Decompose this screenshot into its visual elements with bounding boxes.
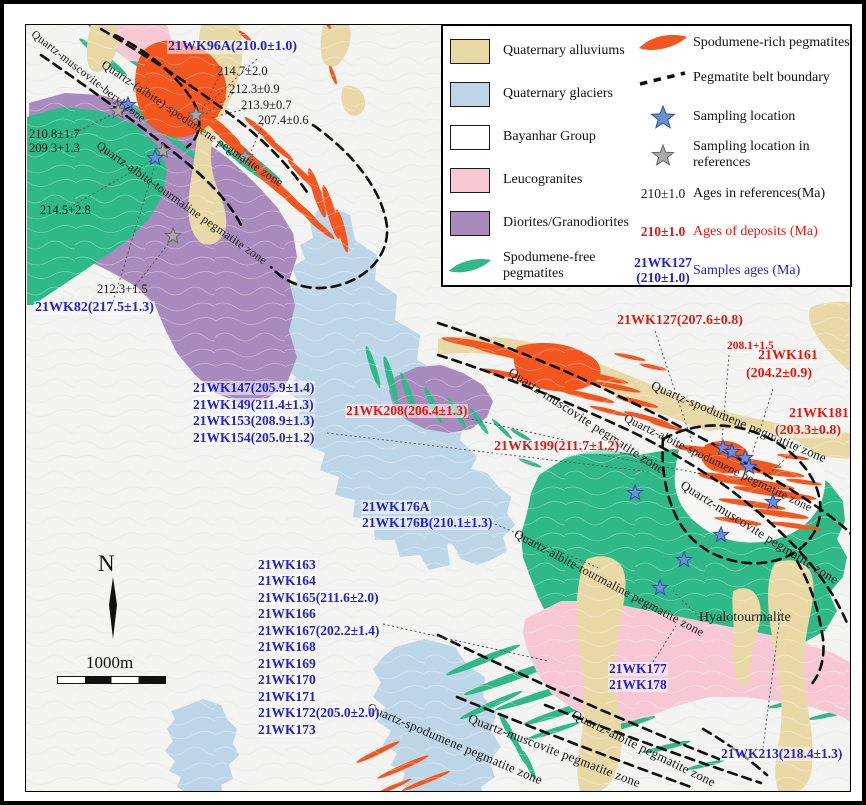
map-age-label: 21WK213(218.4±1.3) <box>720 747 843 761</box>
map-age-label: 21WK169 <box>257 657 317 671</box>
legend-item: Leucogranites <box>447 159 635 201</box>
legend-item: Sampling location in references <box>635 136 852 174</box>
map-age-label: 210.8±1.7 <box>28 128 81 141</box>
map-age-label: 21WK171 <box>257 690 317 704</box>
reference-star-icon <box>648 140 678 170</box>
map-age-label: 21WK153(208.9±1.3) <box>192 414 315 428</box>
legend-right-column: Spodumene-rich pegmatites Pegmatite belt … <box>635 26 852 285</box>
map-age-label: 21WK127(207.6±0.8) <box>616 314 744 328</box>
map-age-label: 21WK149(211.4±1.3) <box>192 398 315 412</box>
map-age-label: 21WK147(205.9±1.4) <box>192 381 315 395</box>
map-age-label: 21WK176A <box>361 500 431 514</box>
legend-item-label: Sampling location in references <box>691 139 851 171</box>
legend-item-label: Quaternary glaciers <box>493 86 613 102</box>
map-age-label: 21WK181 <box>788 407 850 421</box>
north-label: N <box>98 551 115 577</box>
legend-item-label: Diorites/Granodiorites <box>493 215 629 231</box>
geological-map-figure: 21WK96A(210.0±1.0) 21WK82(217.5±1.3) 21WK1… <box>0 0 866 805</box>
map-age-label: 207.4±0.6 <box>257 114 310 127</box>
map-age-label: 21WK208(206.4±1.3) <box>345 404 468 418</box>
legend-item-label: Ages in references(Ma) <box>691 186 851 202</box>
pegmatite-boundary-dash-icon <box>638 67 688 89</box>
legend-item: Spodumene-rich pegmatites <box>635 28 852 58</box>
scale-label: 1000m <box>86 653 133 673</box>
map-age-label: Hyalotourmalite <box>698 611 792 625</box>
map-age-label: 212.3+1.5 <box>96 283 149 296</box>
map-age-label: 21WK199(211.7±1.2) <box>493 440 620 454</box>
map-age-label: 21WK178 <box>608 678 668 692</box>
map-age-label: 212.3±0.9 <box>228 83 281 96</box>
legend-item-label: Leucogranites <box>493 172 582 188</box>
map-age-label: 21WK168 <box>257 640 317 654</box>
map-age-label: 21WK165(211.6±2.0) <box>257 591 380 605</box>
legend-item: Sampling location <box>635 98 852 136</box>
map-age-label: 209.3+1.3 <box>28 142 81 155</box>
legend-item: Quaternary glaciers <box>447 73 635 115</box>
map-age-label: 21WK173 <box>257 723 317 737</box>
legend-item-label: Bayanhar Group <box>493 129 596 145</box>
map-age-label: 21WK170 <box>257 673 317 687</box>
legend-left-column: Quaternary alluviums Quaternary glaciers B… <box>447 26 635 285</box>
legend-age-prefix: (210±1.0) <box>636 271 690 286</box>
map-age-label: 21WK163 <box>257 558 317 572</box>
legend-item: 210±1.0 Ages in references(Ma) <box>635 174 852 214</box>
legend-item-label: Samples ages (Ma) <box>691 263 851 279</box>
map-age-label: 21WK176B(210.1±1.3) <box>361 516 493 530</box>
legend-item-label: Spodumene-rich pegmatites <box>691 35 851 51</box>
sampling-star-icon <box>648 102 678 132</box>
legend: Quaternary alluviums Quaternary glaciers B… <box>441 24 852 287</box>
spodumene-free-pegmatite-icon <box>447 256 493 276</box>
map-age-label: 21WK166 <box>257 607 317 621</box>
leucogranite-swatch <box>450 168 490 193</box>
legend-item: Bayanhar Group <box>447 116 635 158</box>
map-age-label: 21WK177 <box>608 662 668 676</box>
legend-item: Quaternary alluviums <box>447 30 635 72</box>
legend-item-label: Sampling location <box>691 109 851 125</box>
map-age-label: 21WK154(205.0±1.2) <box>192 431 315 445</box>
scale-bar <box>57 676 166 684</box>
legend-item: Diorites/Granodiorites <box>447 202 635 244</box>
map-age-label: 21WK96A(210.0±1.0) <box>167 40 298 54</box>
legend-item-label: Spodumene-free pegmatites <box>493 250 635 282</box>
legend-age-prefix: 210±1.0 <box>641 225 686 240</box>
map-age-label: 214.5+2.8 <box>39 204 92 217</box>
map-age-label: 21WK167(202.2±1.4) <box>257 624 380 638</box>
legend-item-label: Ages of deposits (Ma) <box>691 224 851 240</box>
legend-item: Spodumene-free pegmatites <box>447 245 635 287</box>
glacier-swatch <box>450 82 490 107</box>
legend-item-label: Pegmatite belt boundary <box>691 70 851 86</box>
bayanhar-swatch <box>450 125 490 150</box>
map-age-label: 21WK82(217.5±1.3) <box>34 301 155 315</box>
legend-age-prefix: 210±1.0 <box>641 187 686 202</box>
map-age-label: (204.2±0.9) <box>745 367 813 381</box>
map-age-label: 213.9±0.7 <box>240 99 293 112</box>
map-age-label: 21WK164 <box>257 574 317 588</box>
legend-item: 21WK127(210±1.0)Samples ages (Ma) <box>635 250 852 292</box>
legend-item-label: Quaternary alluviums <box>493 43 625 59</box>
map-age-label: (203.3±0.8) <box>774 424 842 438</box>
spodumene-rich-pegmatite-icon <box>637 32 689 54</box>
map-age-label: 214.7±2.0 <box>216 65 269 78</box>
legend-item: 210±1.0 Ages of deposits (Ma) <box>635 214 852 250</box>
diorite-swatch <box>450 211 490 236</box>
map-age-label: 21WK161 <box>757 349 819 363</box>
alluvium-swatch <box>450 39 490 64</box>
legend-age-prefix: 21WK127 <box>634 256 692 271</box>
legend-item: Pegmatite belt boundary <box>635 58 852 98</box>
map-age-label: 21WK172(205.0±2.0) <box>257 706 380 720</box>
